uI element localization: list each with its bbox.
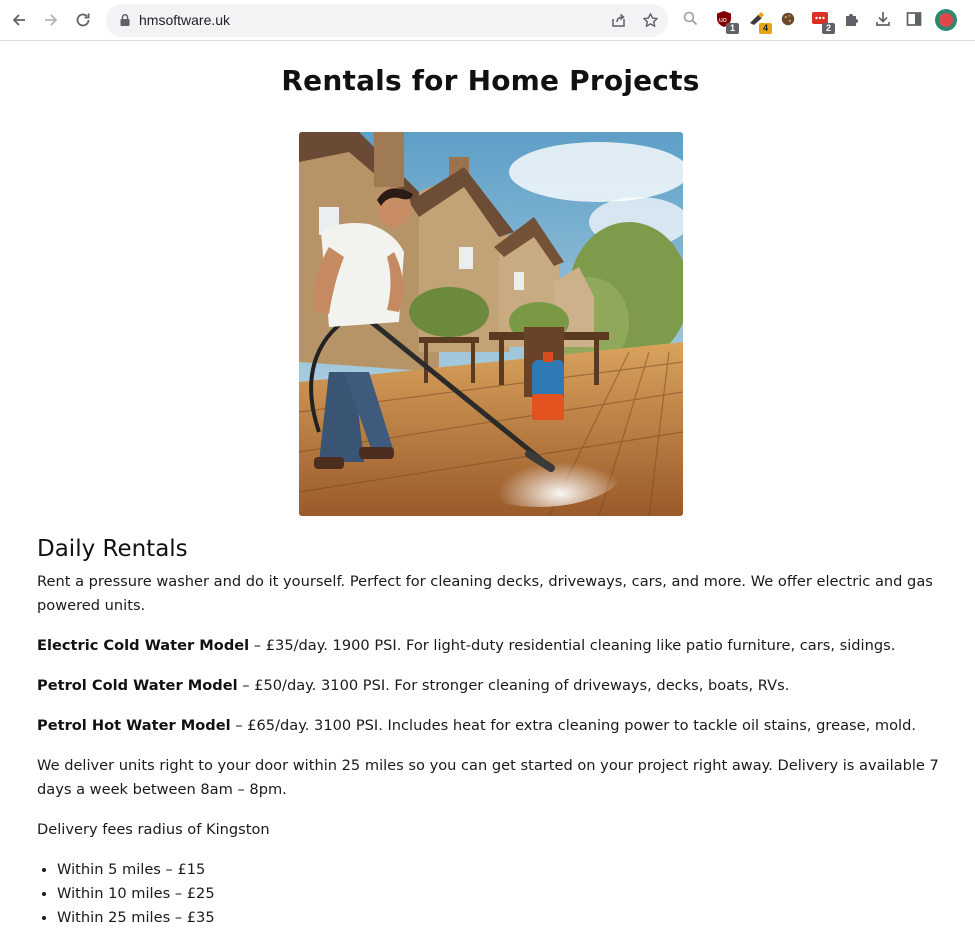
cookie-icon[interactable] xyxy=(779,10,797,28)
model-description: – £35/day. 1900 PSI. For light-duty resi… xyxy=(249,637,896,654)
delivery-fees-list: Within 5 miles – £15 Within 10 miles – £… xyxy=(37,858,942,930)
forward-button[interactable] xyxy=(37,6,65,34)
url-text: hmsoftware.uk xyxy=(139,12,231,28)
profile-avatar[interactable] xyxy=(935,9,957,31)
reload-button[interactable] xyxy=(69,6,97,34)
ublock-icon[interactable]: uo 1 xyxy=(715,10,739,34)
lock-icon xyxy=(120,13,130,26)
model-petrol-hot: Petrol Hot Water Model – £65/day. 3100 P… xyxy=(37,714,942,738)
forward-arrow-icon xyxy=(45,14,58,26)
hero-image xyxy=(299,132,683,516)
extensions-puzzle-icon[interactable] xyxy=(843,10,861,28)
model-electric-cold: Electric Cold Water Model – £35/day. 190… xyxy=(37,634,942,658)
model-petrol-cold: Petrol Cold Water Model – £50/day. 3100 … xyxy=(37,674,942,698)
model-name: Petrol Hot Water Model xyxy=(37,717,231,734)
chat-ext-icon[interactable]: 2 xyxy=(811,10,835,34)
fees-heading: Delivery fees radius of Kingston xyxy=(37,821,270,838)
clipper-icon[interactable]: 4 xyxy=(748,10,772,34)
intro-paragraph: Rent a pressure washer and do it yoursel… xyxy=(37,573,933,614)
back-button[interactable] xyxy=(5,6,33,34)
model-name: Petrol Cold Water Model xyxy=(37,677,238,694)
list-item: Within 5 miles – £15 xyxy=(57,858,942,882)
reload-icon xyxy=(76,13,90,27)
chat-ext-badge: 2 xyxy=(822,23,835,34)
delivery-paragraph: We deliver units right to your door with… xyxy=(37,757,939,798)
list-item: Within 25 miles – £35 xyxy=(57,906,942,930)
list-item: Within 10 miles – £25 xyxy=(57,882,942,906)
main-content: Daily Rentals Rent a pressure washer and… xyxy=(37,534,942,930)
section-heading: Daily Rentals xyxy=(37,536,188,562)
search-icon[interactable] xyxy=(682,10,699,27)
side-panel-icon[interactable] xyxy=(905,10,923,28)
back-arrow-icon xyxy=(12,14,25,26)
download-icon[interactable] xyxy=(874,10,892,28)
address-bar[interactable]: hmsoftware.uk xyxy=(106,4,668,37)
browser-toolbar: hmsoftware.uk uo 1 4 2 xyxy=(0,0,975,41)
share-icon[interactable] xyxy=(610,12,627,29)
model-description: – £65/day. 3100 PSI. Includes heat for e… xyxy=(230,717,916,734)
model-description: – £50/day. 3100 PSI. For stronger cleani… xyxy=(237,677,790,694)
page-title: Rentals for Home Projects xyxy=(281,64,700,97)
clipper-badge: 4 xyxy=(759,23,772,34)
bookmark-star-icon[interactable] xyxy=(642,12,659,29)
ublock-badge: 1 xyxy=(726,23,739,34)
model-name: Electric Cold Water Model xyxy=(37,637,250,654)
